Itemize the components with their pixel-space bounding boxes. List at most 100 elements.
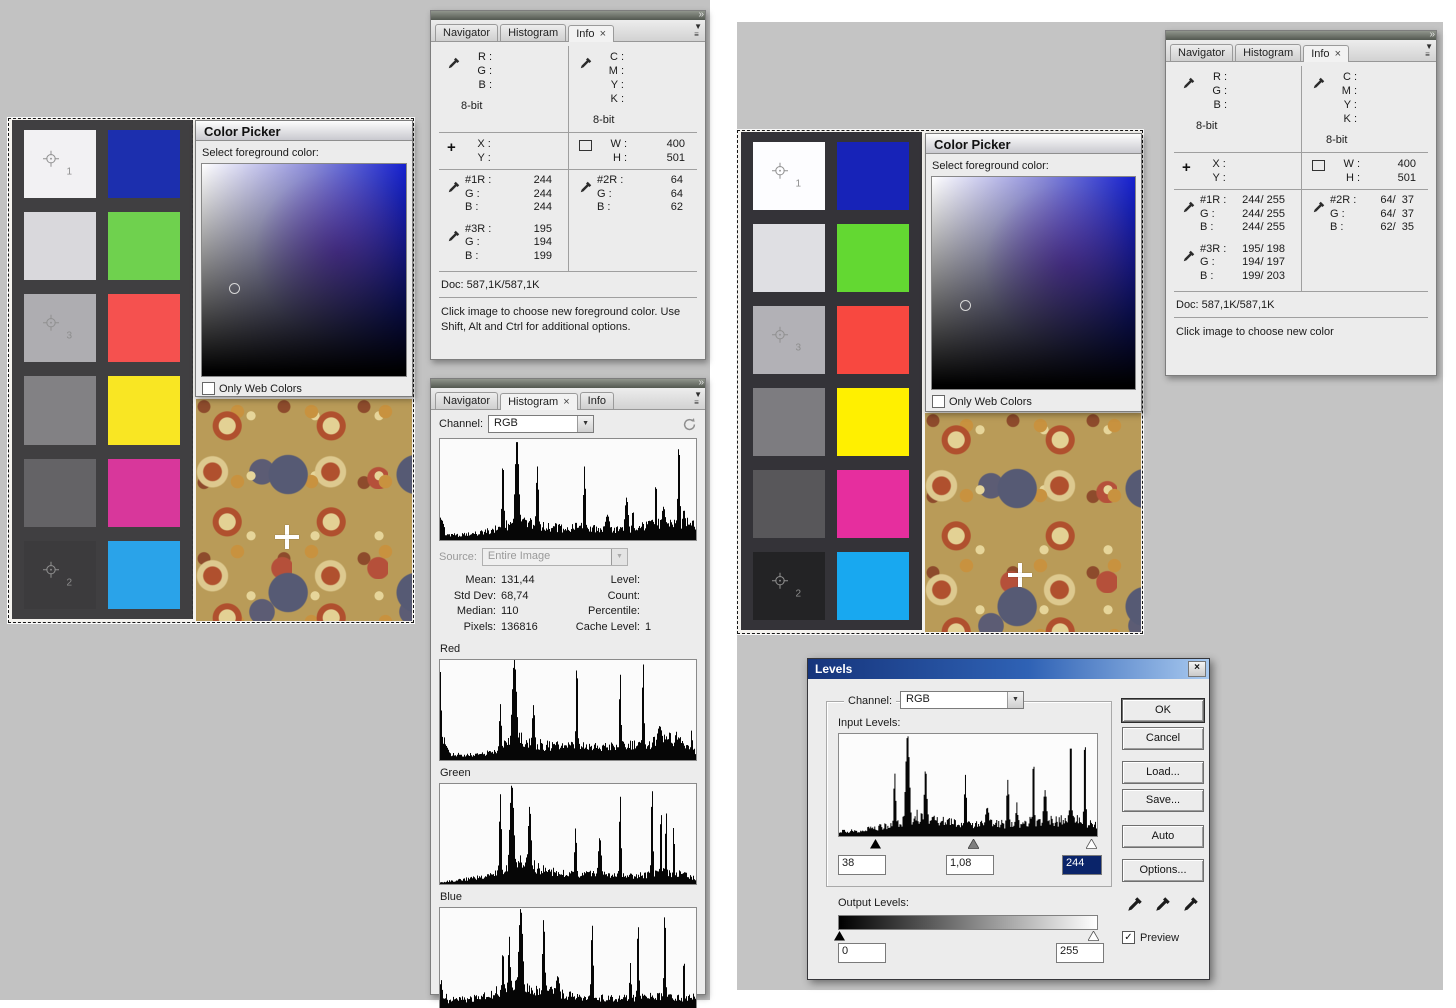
pattern-image-right[interactable] [925, 413, 1141, 632]
checker-swatch[interactable] [108, 376, 180, 444]
tab-histogram[interactable]: Histogram× [500, 393, 578, 410]
checker-swatch[interactable]: 1 [24, 130, 96, 198]
save-button[interactable]: Save... [1122, 789, 1204, 812]
tab-info[interactable]: Info [580, 392, 614, 409]
tab-navigator[interactable]: Navigator [435, 24, 498, 41]
tab-navigator[interactable]: Navigator [1170, 44, 1233, 61]
cancel-button[interactable]: Cancel [1122, 727, 1204, 750]
panel-menu-icon[interactable]: ▼≡ [694, 391, 702, 407]
color-picker-panel-right: Color Picker Select foreground color: On… [925, 133, 1142, 412]
input-white-field[interactable]: 244 [1062, 855, 1102, 875]
color-picker-panel-left: Color Picker Select foreground color: On… [195, 120, 413, 397]
channel-select[interactable]: RGB ▼ [488, 415, 594, 433]
color-marker[interactable] [960, 300, 971, 311]
histogram-red-chart [439, 659, 697, 761]
bit-depth-label: 8-bit [1326, 134, 1424, 146]
panel-collapse-bar[interactable]: » [1166, 31, 1436, 40]
checker-swatch[interactable] [837, 224, 909, 292]
close-icon[interactable]: × [1188, 661, 1206, 677]
checker-swatch[interactable]: 3 [24, 294, 96, 362]
checker-swatch[interactable] [753, 388, 825, 456]
auto-button[interactable]: Auto [1122, 825, 1204, 848]
panel-collapse-bar[interactable]: » [431, 11, 705, 20]
crosshair-icon: + [1182, 159, 1191, 185]
input-black-slider[interactable] [870, 839, 881, 849]
ok-button[interactable]: OK [1122, 699, 1204, 722]
sampler-value: 195/ 198 [1236, 243, 1295, 257]
color-sampler-2: #2R :64/ 37 G :64/ 37 B :62/ 35 [1312, 194, 1424, 235]
panel-menu-icon[interactable]: ▼≡ [1425, 43, 1433, 59]
sampler-value: 195 [501, 223, 562, 237]
bit-depth-label: 8-bit [461, 100, 562, 112]
checker-swatch[interactable]: 1 [753, 142, 825, 210]
checker-swatch[interactable] [24, 376, 96, 444]
input-white-slider[interactable] [1086, 839, 1097, 849]
checker-swatch[interactable] [108, 541, 180, 609]
color-gradient-field[interactable] [931, 176, 1136, 390]
checker-swatch[interactable] [837, 306, 909, 374]
checker-swatch[interactable]: 2 [753, 552, 825, 620]
input-gamma-field[interactable]: 1,08 [946, 855, 994, 875]
levels-title-bar[interactable]: Levels × [808, 659, 1209, 679]
only-web-colors-checkbox[interactable] [932, 395, 945, 408]
collapse-icon: » [698, 12, 702, 18]
output-black-slider[interactable] [834, 931, 845, 941]
output-white-slider[interactable] [1088, 931, 1099, 941]
dimension-value: 400 [627, 137, 693, 151]
checker-swatch[interactable]: 2 [24, 541, 96, 609]
close-icon[interactable]: × [600, 28, 606, 40]
input-black-field[interactable]: 38 [838, 855, 886, 875]
checker-swatch[interactable] [24, 212, 96, 280]
color-gradient-field[interactable] [201, 163, 407, 377]
sampler-target-icon: 1 [42, 150, 72, 176]
pattern-image-left[interactable] [196, 399, 412, 621]
histogram-rgb-chart[interactable] [439, 438, 697, 541]
tab-info[interactable]: Info× [568, 25, 614, 42]
output-black-field[interactable]: 0 [838, 943, 886, 963]
checker-swatch[interactable] [753, 224, 825, 292]
checker-swatch[interactable] [108, 294, 180, 362]
checker-swatch[interactable] [108, 459, 180, 527]
gray-point-eyedropper-icon[interactable] [1154, 895, 1172, 913]
load-button[interactable]: Load... [1122, 761, 1204, 784]
checker-swatch[interactable] [108, 212, 180, 280]
output-gradient-bar [838, 915, 1098, 930]
black-point-eyedropper-icon[interactable] [1126, 895, 1144, 913]
close-icon[interactable]: × [563, 396, 569, 408]
sampler-value: 199 [501, 250, 562, 264]
panel-menu-icon[interactable]: ▼≡ [694, 23, 702, 39]
only-web-colors-checkbox[interactable] [202, 382, 215, 395]
tab-info[interactable]: Info× [1303, 45, 1349, 62]
tab-navigator[interactable]: Navigator [435, 392, 498, 409]
bit-depth-label: 8-bit [593, 114, 693, 126]
tab-histogram[interactable]: Histogram [1235, 44, 1301, 61]
checker-swatch[interactable] [24, 459, 96, 527]
checker-swatch[interactable] [837, 552, 909, 620]
sampler-value: 244 [501, 188, 562, 202]
checker-swatch[interactable] [837, 388, 909, 456]
options-button[interactable]: Options... [1122, 859, 1204, 882]
input-gamma-slider[interactable] [968, 839, 979, 849]
checker-swatch[interactable] [837, 470, 909, 538]
preview-row: ✓ Preview [1122, 931, 1179, 944]
preview-checkbox[interactable]: ✓ [1122, 931, 1135, 944]
checker-swatch[interactable] [753, 470, 825, 538]
chevron-down-icon[interactable]: ▼ [577, 416, 593, 432]
white-point-eyedropper-icon[interactable] [1182, 895, 1200, 913]
chevron-down-icon[interactable]: ▼ [1007, 692, 1023, 708]
checker-swatch[interactable] [837, 142, 909, 210]
levels-channel-select[interactable]: RGB ▼ [900, 691, 1024, 709]
selection-size-icon [1312, 160, 1325, 171]
tab-histogram[interactable]: Histogram [500, 24, 566, 41]
output-white-field[interactable]: 255 [1056, 943, 1104, 963]
refresh-icon[interactable] [682, 417, 697, 432]
checker-swatch[interactable]: 3 [753, 306, 825, 374]
color-marker[interactable] [229, 283, 240, 294]
levels-title: Levels [815, 662, 1188, 676]
eyedropper-icon [1312, 76, 1326, 90]
color-picker-title: Color Picker [926, 134, 1141, 154]
stat-label: Pixels: [439, 620, 501, 636]
panel-collapse-bar[interactable]: » [431, 379, 705, 388]
checker-swatch[interactable] [108, 130, 180, 198]
close-icon[interactable]: × [1335, 48, 1341, 60]
